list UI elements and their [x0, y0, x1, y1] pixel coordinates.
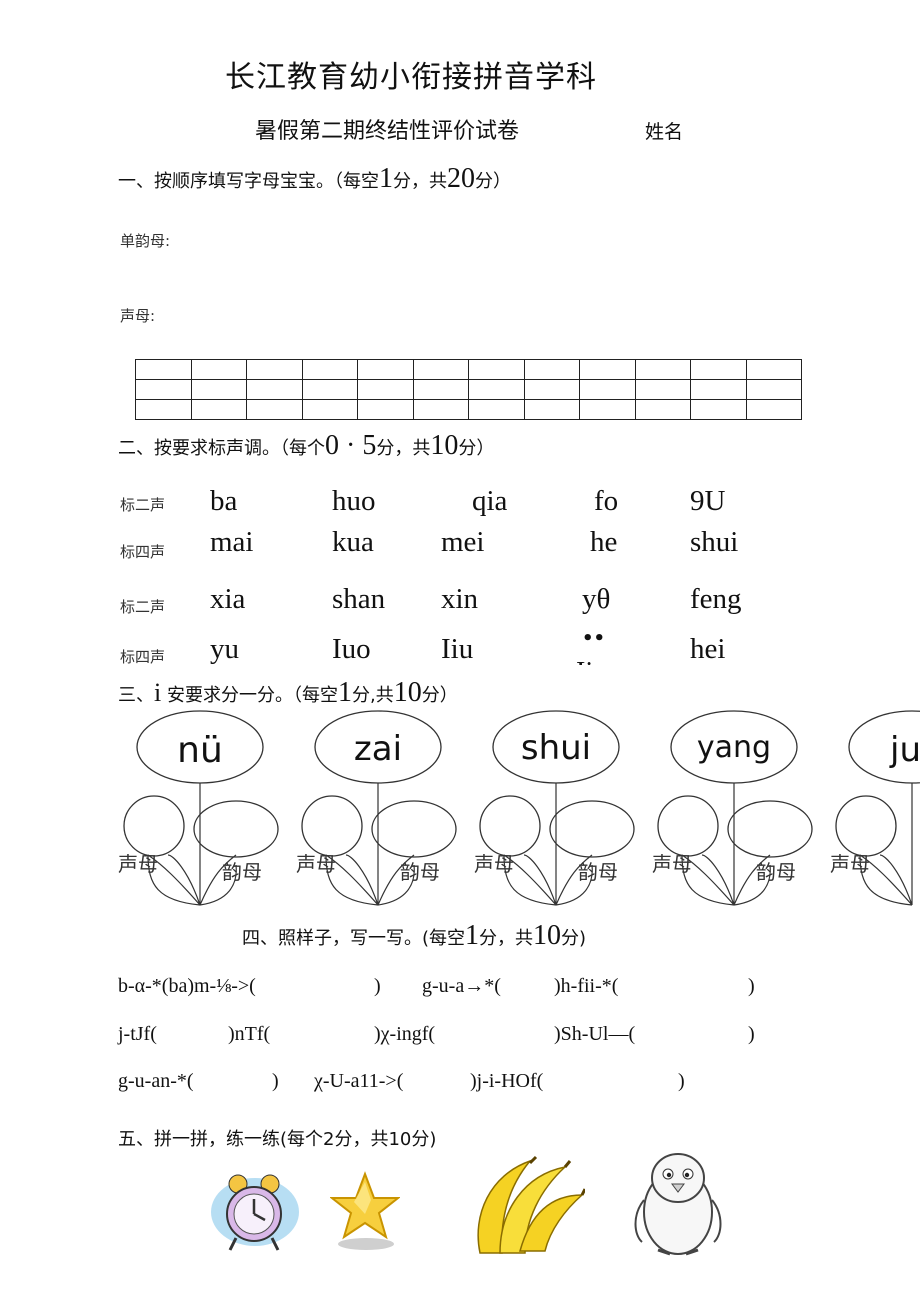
flower-right-label: 韵母: [578, 860, 618, 884]
pinyin-item: ba: [210, 485, 238, 517]
cropped-glyph: Iiu: [574, 658, 614, 665]
bananas-icon: [477, 1155, 585, 1254]
section2-heading: 二、按要求标声调。（每个0 · 5分，共10分）: [118, 430, 495, 461]
flower-left-label: 声母: [296, 852, 336, 876]
flower-word: yang: [697, 730, 771, 765]
exercise-fragment: b-α-*(ba)m-⅛->(: [118, 975, 256, 997]
flower-left-label: 声母: [830, 852, 870, 876]
flower-word: ju: [889, 730, 920, 770]
flower: nü 声母 韵母: [118, 710, 279, 906]
pinyin-item: yθ: [582, 583, 611, 615]
tone-row-label: 标四声: [120, 648, 166, 666]
exercise-fragment: ): [272, 1070, 279, 1092]
flower: ju 声母: [830, 710, 920, 906]
initials-label: 声母:: [120, 307, 156, 325]
pinyin-item: feng: [690, 583, 742, 615]
exercise-fragment: ): [374, 975, 381, 997]
exercise-fragment: ): [748, 975, 755, 997]
flower-right-label: 韵母: [400, 860, 440, 884]
pinyin-item: qia: [472, 485, 508, 517]
pinyin-item: yu: [210, 633, 239, 665]
flower-left-label: 声母: [474, 852, 514, 876]
pinyin-item: xia: [210, 583, 246, 615]
name-label: 姓名: [645, 121, 684, 143]
pinyin-item: shan: [332, 583, 386, 615]
vowels-label: 单韵母:: [120, 232, 171, 250]
flower-right-label: 韵母: [756, 860, 796, 884]
exercise-fragment: )nTf(: [228, 1023, 271, 1045]
exercise-fragment: )χ-ingf(: [374, 1023, 436, 1045]
pinyin-item: Iiu: [441, 633, 474, 665]
pinyin-item: hei: [690, 633, 726, 665]
tone-row-label: 标四声: [120, 543, 166, 561]
exercise-fragment: )Sh-Ul—(: [554, 1023, 636, 1045]
flower: zai 声母 韵母: [296, 710, 457, 906]
tone-row-label: 标二声: [120, 496, 166, 514]
exercise-fragment: j-tJf(: [118, 1023, 157, 1045]
flower-right-label: 韵母: [222, 860, 262, 884]
exercise-fragment: g-u-an-*(: [118, 1070, 194, 1092]
flower: shui 声母 韵母: [474, 710, 635, 906]
pinyin-item: he: [590, 526, 618, 558]
umlaut-dots: ••: [582, 628, 606, 649]
pinyin-item: 9U: [690, 485, 726, 517]
star-icon: [330, 1171, 400, 1250]
flower-diagram: nü 声母 韵母 zai 声母 韵母 shui 声母 韵母 yang 声母 韵母…: [118, 710, 920, 906]
pinyin-item: kua: [332, 526, 374, 558]
pinyin-item: mei: [441, 526, 485, 558]
section5-heading: 五、拼一拼，练一练(每个2分，共10分): [118, 1129, 437, 1150]
page-title: 长江教育幼小衔接拼音学科: [225, 60, 597, 95]
pinyin-item: Iuo: [332, 633, 371, 665]
writing-grid[interactable]: [135, 359, 802, 420]
exercise-fragment: χ-U-a11->(: [314, 1070, 404, 1092]
flower-left-label: 声母: [652, 852, 692, 876]
pinyin-item: fo: [594, 485, 619, 517]
exercise-fragment: )j-i-HOf(: [470, 1070, 544, 1092]
tone-row-label: 标二声: [120, 598, 166, 616]
pinyin-item: xin: [441, 583, 479, 615]
exercise-fragment: )h-fii-*(: [554, 975, 619, 997]
flower-left-label: 声母: [118, 852, 158, 876]
exercise-fragment: ): [748, 1023, 755, 1045]
penguin-icon: [634, 1153, 722, 1256]
flower-word: zai: [354, 729, 402, 769]
pinyin-item: mai: [210, 526, 254, 558]
pinyin-item: huo: [332, 485, 376, 517]
flower: yang 声母 韵母: [652, 710, 813, 906]
alarm-clock-icon: [211, 1174, 299, 1251]
flower-word: nü: [177, 730, 223, 771]
exercise-fragment: g-u-a→*(: [422, 975, 501, 997]
section4-heading: 四、照样子，写一写。(每空1分，共10分): [242, 920, 587, 951]
page-subtitle: 暑假第二期终结性评价试卷: [255, 119, 520, 144]
exercise-fragment: ): [678, 1070, 685, 1092]
section1-heading: 一、按顺序填写字母宝宝。（每空1分，共20分）: [118, 163, 511, 194]
flower-word: shui: [521, 728, 591, 768]
pinyin-item: shui: [690, 526, 739, 558]
